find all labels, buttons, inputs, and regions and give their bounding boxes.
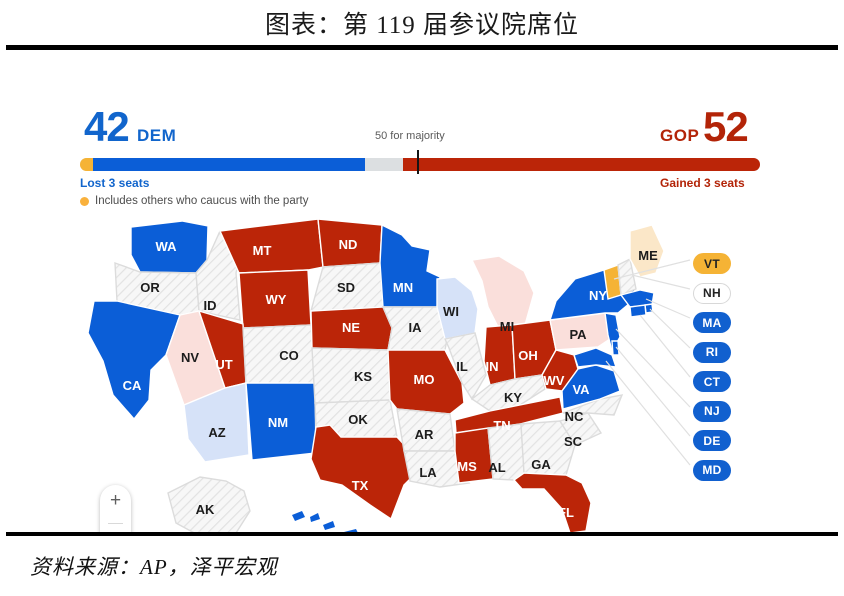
dem-seat-count: 42 (84, 103, 130, 150)
state-AR[interactable] (396, 408, 456, 452)
dem-party-label: DEM (137, 126, 177, 145)
map-zoom-control[interactable]: + − (100, 485, 131, 532)
state-MD[interactable] (573, 347, 618, 368)
majority-threshold-note: 50 for majority (375, 130, 445, 142)
seat-bar-caucus-cap (80, 158, 93, 171)
caucus-legend: Includes others who caucus with the part… (80, 195, 309, 207)
state-WI[interactable] (436, 276, 479, 340)
state-WA[interactable] (130, 220, 209, 274)
state-MI[interactable] (470, 255, 535, 328)
state-AL[interactable] (487, 423, 525, 481)
majority-tick-marker (417, 150, 419, 174)
pill-state-NH[interactable]: NH (693, 282, 731, 304)
pill-state-MA[interactable]: MA (693, 312, 731, 333)
state-SD[interactable] (310, 262, 384, 312)
dem-seat-change: Lost 3 seats (80, 176, 150, 190)
state-MN[interactable] (379, 223, 441, 308)
state-ME[interactable] (629, 224, 665, 278)
pill-state-RI[interactable]: RI (693, 341, 731, 363)
state-CO[interactable] (242, 324, 316, 386)
state-IN[interactable] (483, 324, 516, 386)
seat-bar-gop-segment (403, 158, 760, 171)
state-NE[interactable] (310, 306, 393, 351)
state-CA[interactable] (87, 300, 181, 421)
gop-seat-change: Gained 3 seats (660, 176, 745, 190)
gop-party-label: GOP (660, 126, 700, 145)
state-WY[interactable] (238, 269, 312, 329)
zoom-control-divider (108, 523, 123, 524)
state-MT[interactable] (218, 218, 324, 274)
zoom-in-button[interactable]: + (100, 491, 131, 510)
state-FL[interactable] (512, 472, 592, 532)
chart-title-bar: 图表：第 119 届参议院席位 (0, 0, 844, 45)
senate-seats-chart: 42 DEM 52 GOP 50 for majority Lost 3 sea… (0, 50, 844, 532)
seat-summary-header: 42 DEM 52 GOP 50 for majority (0, 50, 844, 158)
pill-state-CT[interactable]: CT (693, 371, 731, 392)
pill-state-MD[interactable]: MD (693, 459, 731, 481)
northeast-state-pill-list[interactable]: VT NH MA RI CT NJ DE MD (693, 253, 731, 489)
pill-state-NJ[interactable]: NJ (693, 400, 731, 422)
caucus-dot-icon (80, 196, 89, 206)
state-MS[interactable] (454, 427, 494, 484)
state-KS[interactable] (311, 347, 391, 404)
state-ND[interactable] (317, 218, 383, 268)
map-state-shapes[interactable] (87, 218, 665, 532)
page-title: 图表：第 119 届参议院席位 (264, 11, 580, 39)
state-HI[interactable] (292, 511, 362, 532)
pill-state-DE[interactable]: DE (693, 430, 731, 451)
source-text: 资料来源：AP，泽平宏观 (30, 555, 278, 579)
source-footer: 资料来源：AP，泽平宏观 (0, 536, 844, 596)
state-DE[interactable] (611, 340, 620, 356)
state-NM[interactable] (245, 382, 317, 461)
state-AK[interactable] (167, 476, 251, 532)
state-CT[interactable] (629, 304, 647, 318)
caucus-legend-label: Includes others who caucus with the part… (95, 195, 309, 207)
seat-distribution-bar (80, 150, 760, 174)
gop-seat-count: 52 (703, 103, 749, 150)
seat-bar-dem-segment (87, 158, 365, 171)
pill-state-VT[interactable]: VT (693, 253, 731, 274)
